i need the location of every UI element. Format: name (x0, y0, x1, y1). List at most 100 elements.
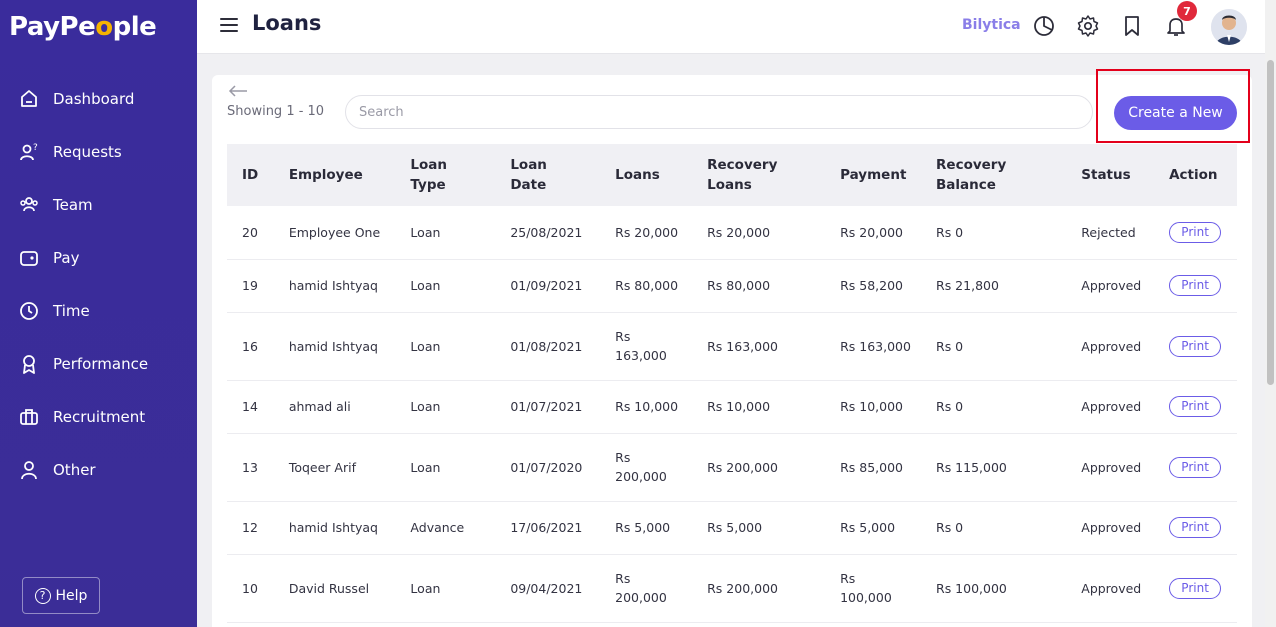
cell-date: 01/08/2021 (495, 312, 601, 381)
sidebar-item-label: Requests (53, 142, 122, 161)
cell-status: Approved (1066, 433, 1155, 502)
menu-icon[interactable] (220, 18, 238, 32)
cell-status: Approved (1066, 554, 1155, 623)
cell-payment: Rs 85,000 (825, 433, 922, 502)
sidebar-item-label: Team (53, 195, 93, 214)
cell-recovery: Rs 10,000 (692, 380, 826, 434)
cell-balance: Rs 0 (921, 380, 1067, 434)
sidebar: PayPeople Dashboard ? Requests Team Pay (0, 0, 197, 627)
top-header: Loans Bilytica 7 (197, 0, 1265, 54)
cell-type: Loan (395, 380, 496, 434)
sidebar-item-label: Pay (53, 248, 80, 267)
sidebar-item-recruitment[interactable]: Recruitment (0, 390, 197, 443)
cell-date: 17/06/2021 (495, 501, 601, 555)
cell-loans: Rs 200,000 (600, 554, 693, 623)
print-button[interactable]: Print (1169, 221, 1222, 243)
cell-payment: Rs 58,200 (825, 259, 922, 313)
cell-status: Approved (1066, 259, 1155, 313)
gear-icon[interactable] (1076, 14, 1100, 38)
cell-status: Approved (1066, 380, 1155, 434)
column-header: Employee (273, 144, 396, 206)
column-header: Recovery Balance (921, 144, 1067, 206)
cell-action: Print (1154, 501, 1237, 555)
cell-loans: Rs 10,000 (600, 380, 693, 434)
cell-type: Loan (395, 554, 496, 623)
sidebar-item-team[interactable]: Team (0, 178, 197, 231)
notification-badge: 7 (1177, 1, 1197, 21)
cell-payment: Rs 10,000 (825, 380, 922, 434)
cell-balance: Rs 100,000 (921, 554, 1067, 623)
cell-action: Print (1154, 206, 1237, 260)
cell-balance: Rs 0 (921, 312, 1067, 381)
print-button[interactable]: Print (1169, 275, 1222, 296)
column-header: Loan Date (495, 144, 601, 206)
column-header: Status (1066, 144, 1155, 206)
pie-chart-icon[interactable] (1032, 14, 1056, 38)
sidebar-item-other[interactable]: Other (0, 443, 197, 496)
cell-payment: Rs 163,000 (825, 312, 922, 381)
cell-payment: Rs 5,000 (825, 501, 922, 555)
sidebar-item-label: Dashboard (53, 89, 135, 108)
cell-loans: Rs 200,000 (600, 433, 693, 502)
page-scrollbar[interactable] (1265, 0, 1276, 627)
sidebar-item-dashboard[interactable]: Dashboard (0, 72, 197, 125)
back-arrow-icon[interactable] (228, 83, 248, 102)
sidebar-item-requests[interactable]: ? Requests (0, 125, 197, 178)
print-button[interactable]: Print (1169, 396, 1222, 417)
cell-status: Approved (1066, 312, 1155, 381)
cell-recovery: Rs 80,000 (692, 259, 826, 313)
cell-type: Loan (395, 433, 496, 502)
cell-id: 16 (227, 312, 274, 381)
cell-id: 14 (227, 380, 274, 434)
print-button[interactable]: Print (1169, 517, 1222, 538)
cell-employee: hamid Ishtyaq (273, 501, 396, 555)
cell-employee: Employee One (273, 206, 396, 260)
cell-payment: Rs 100,000 (825, 554, 922, 623)
user-question-icon: ? (18, 141, 40, 163)
briefcase-icon (18, 406, 40, 428)
print-button[interactable]: Print (1169, 577, 1222, 599)
svg-text:?: ? (33, 143, 38, 153)
cell-date: 25/08/2021 (495, 206, 601, 260)
column-header: Loan Type (395, 144, 496, 206)
column-header: ID (227, 144, 274, 206)
table-row: 10 David Russel Loan 09/04/2021 Rs 200,0… (227, 554, 1237, 623)
cell-type: Advance (395, 501, 496, 555)
showing-count: Showing 1 - 10 (227, 104, 325, 119)
cell-id: 19 (227, 259, 274, 313)
cell-balance: Rs 0 (921, 206, 1067, 260)
cell-id: 10 (227, 554, 274, 623)
column-header: Action (1154, 144, 1237, 206)
app-logo[interactable]: PayPeople (9, 12, 157, 42)
cell-recovery: Rs 200,000 (692, 554, 826, 623)
cell-loans: Rs 5,000 (600, 501, 693, 555)
cell-status: Approved (1066, 501, 1155, 555)
sidebar-item-pay[interactable]: Pay (0, 231, 197, 284)
print-button[interactable]: Print (1169, 335, 1222, 357)
cell-status: Rejected (1066, 206, 1155, 260)
column-header: Loans (600, 144, 693, 206)
user-icon (18, 459, 40, 481)
sidebar-item-performance[interactable]: Performance (0, 337, 197, 390)
scrollbar-thumb[interactable] (1267, 60, 1274, 385)
help-icon: ? (34, 587, 51, 604)
avatar[interactable] (1211, 9, 1247, 45)
loans-table: ID Employee Loan Type Loan Date Loans Re… (227, 144, 1237, 623)
search-input[interactable] (345, 95, 1093, 129)
cell-balance: Rs 21,800 (921, 259, 1067, 313)
help-button[interactable]: ? Help (22, 577, 100, 614)
cell-balance: Rs 115,000 (921, 433, 1067, 502)
cell-employee: David Russel (273, 554, 396, 623)
sidebar-item-time[interactable]: Time (0, 284, 197, 337)
sidebar-nav: Dashboard ? Requests Team Pay Time Perfo… (0, 72, 197, 496)
bilytica-link[interactable]: Bilytica (962, 17, 1021, 33)
cell-action: Print (1154, 312, 1237, 381)
print-button[interactable]: Print (1169, 456, 1222, 478)
cell-employee: hamid Ishtyaq (273, 259, 396, 313)
sidebar-item-label: Performance (53, 354, 149, 373)
bookmark-icon[interactable] (1120, 14, 1144, 38)
cell-action: Print (1154, 554, 1237, 623)
cell-id: 12 (227, 501, 274, 555)
cell-recovery: Rs 20,000 (692, 206, 826, 260)
table-row: 19 hamid Ishtyaq Loan 01/09/2021 Rs 80,0… (227, 259, 1237, 313)
